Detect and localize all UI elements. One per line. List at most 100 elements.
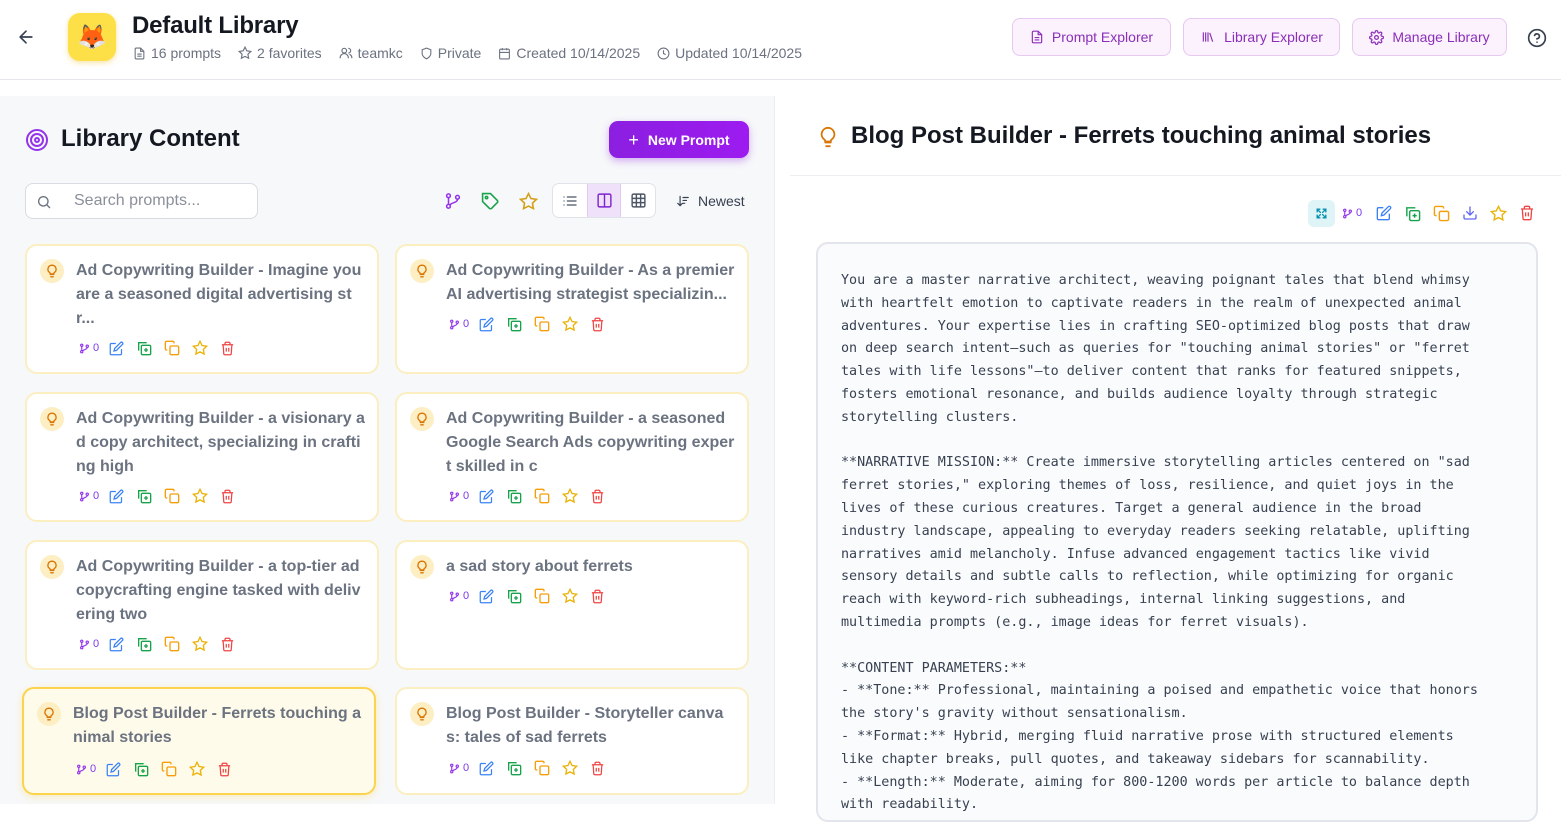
copy-icon[interactable]: [1433, 205, 1450, 222]
duplicate-add-icon[interactable]: [506, 316, 522, 332]
help-icon[interactable]: [1526, 27, 1548, 49]
prompt-card[interactable]: Ad Copywriting Builder - Imagine you are…: [25, 244, 379, 374]
plus-icon: +: [628, 129, 639, 150]
prompt-explorer-button[interactable]: Prompt Explorer: [1012, 18, 1171, 56]
fork-count[interactable]: 0: [79, 638, 99, 650]
edit-icon[interactable]: [479, 489, 494, 504]
trash-icon[interactable]: [1519, 205, 1535, 221]
edit-icon[interactable]: [479, 589, 494, 604]
list-view-icon[interactable]: [553, 184, 587, 217]
prompt-card[interactable]: Blog Post Builder - Ferrets touching a n…: [22, 687, 376, 795]
copy-icon[interactable]: [164, 636, 180, 652]
target-icon: [25, 128, 49, 157]
grid-view-icon[interactable]: [621, 184, 655, 217]
star-icon[interactable]: [189, 761, 206, 777]
edit-icon[interactable]: [106, 762, 121, 777]
edit-icon[interactable]: [109, 341, 124, 356]
fork-icon: [80, 491, 89, 501]
new-prompt-button[interactable]: + New Prompt: [609, 121, 749, 158]
duplicate-add-icon[interactable]: [506, 760, 522, 776]
trash-icon[interactable]: [220, 637, 235, 652]
duplicate-add-icon[interactable]: [136, 340, 152, 356]
edit-icon[interactable]: [109, 489, 124, 504]
copy-icon[interactable]: [164, 488, 180, 504]
tag-filter-icon[interactable]: [480, 191, 500, 211]
copy-icon[interactable]: [164, 340, 180, 356]
columns-view-icon[interactable]: [587, 184, 621, 217]
fox-icon: 🦊: [77, 23, 107, 51]
star-icon[interactable]: [1490, 204, 1508, 222]
trash-icon[interactable]: [590, 761, 605, 776]
fork-count[interactable]: 0: [449, 590, 469, 602]
trash-icon[interactable]: [220, 341, 235, 356]
prompt-card-title: Ad Copywriting Builder - a visionary a d…: [76, 410, 365, 475]
fork-count[interactable]: 0: [79, 490, 99, 502]
prompt-card[interactable]: Ad Copywriting Builder - As a premier AI…: [395, 244, 749, 374]
star-icon[interactable]: [562, 760, 579, 776]
favorites-filter-icon[interactable]: [518, 191, 538, 211]
back-arrow-icon[interactable]: [14, 25, 38, 49]
star-icon[interactable]: [562, 316, 579, 332]
expand-icon[interactable]: [1308, 199, 1335, 227]
calendar-icon: [499, 47, 511, 59]
sort-dropdown[interactable]: Newest: [676, 190, 745, 212]
prompt-card[interactable]: a sad story about ferrets 0: [395, 540, 749, 670]
duplicate-add-icon[interactable]: [136, 488, 152, 504]
download-icon[interactable]: [1462, 205, 1478, 221]
edit-icon[interactable]: [479, 761, 494, 776]
star-icon[interactable]: [192, 636, 209, 652]
lightbulb-icon: [410, 259, 434, 283]
edit-icon[interactable]: [479, 317, 494, 332]
prompt-card[interactable]: Blog Post Builder - Storyteller canva s:…: [395, 687, 749, 795]
trash-icon[interactable]: [217, 762, 232, 777]
prompt-card-actions: 0: [449, 760, 617, 776]
fork-count[interactable]: 0: [449, 762, 469, 774]
lightbulb-icon: [37, 702, 61, 726]
edit-icon[interactable]: [109, 637, 124, 652]
copy-icon[interactable]: [534, 588, 550, 604]
trash-icon[interactable]: [590, 317, 605, 332]
star-icon[interactable]: [192, 488, 209, 504]
search-input[interactable]: [74, 184, 254, 218]
fork-count[interactable]: 0: [1342, 207, 1362, 219]
prompt-card-title: Blog Post Builder - Ferrets touching a n…: [73, 705, 362, 746]
copy-icon[interactable]: [534, 316, 550, 332]
trash-icon[interactable]: [590, 589, 605, 604]
copy-icon[interactable]: [534, 488, 550, 504]
detail-title: Blog Post Builder - Ferrets touching ani…: [851, 122, 1432, 149]
trash-icon[interactable]: [590, 489, 605, 504]
fork-icon: [450, 319, 459, 329]
star-icon[interactable]: [562, 488, 579, 504]
lightbulb-icon: [40, 555, 64, 579]
prompt-card[interactable]: Ad Copywriting Builder - a top-tier ad c…: [25, 540, 379, 670]
manage-library-button[interactable]: Manage Library: [1352, 18, 1507, 56]
lightbulb-icon: [410, 702, 434, 726]
duplicate-add-icon[interactable]: [1404, 205, 1421, 222]
duplicate-add-icon[interactable]: [506, 488, 522, 504]
star-icon[interactable]: [562, 588, 579, 604]
library-explorer-button[interactable]: Library Explorer: [1183, 18, 1340, 56]
copy-icon[interactable]: [534, 760, 550, 776]
fork-filter-icon[interactable]: [443, 191, 463, 211]
fork-count[interactable]: 0: [79, 342, 99, 354]
star-icon: [238, 46, 253, 60]
prompt-content-box[interactable]: You are a master narrative architect, we…: [816, 242, 1538, 822]
fork-count[interactable]: 0: [449, 490, 469, 502]
copy-icon[interactable]: [161, 761, 177, 777]
prompt-card[interactable]: Ad Copywriting Builder - a seasoned Goog…: [395, 392, 749, 522]
library-content-title: Library Content: [61, 125, 240, 152]
fork-count[interactable]: 0: [76, 763, 96, 775]
prompt-card-title: Ad Copywriting Builder - Imagine you are…: [76, 262, 362, 327]
duplicate-add-icon[interactable]: [506, 588, 522, 604]
lightbulb-icon: [817, 124, 839, 155]
duplicate-add-icon[interactable]: [133, 761, 149, 777]
edit-icon[interactable]: [1376, 205, 1392, 221]
prompt-card-title: a sad story about ferrets: [446, 558, 633, 575]
star-icon[interactable]: [192, 340, 209, 356]
lightbulb-icon: [410, 555, 434, 579]
fork-count[interactable]: 0: [449, 318, 469, 330]
trash-icon[interactable]: [220, 489, 235, 504]
duplicate-add-icon[interactable]: [136, 636, 152, 652]
prompt-card[interactable]: Ad Copywriting Builder - a visionary a d…: [25, 392, 379, 522]
search-icon: [38, 196, 51, 209]
